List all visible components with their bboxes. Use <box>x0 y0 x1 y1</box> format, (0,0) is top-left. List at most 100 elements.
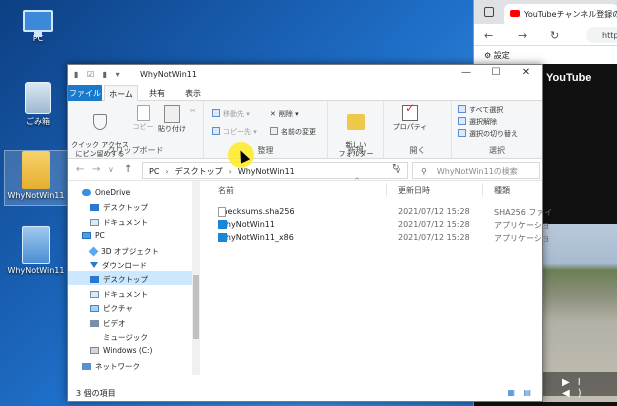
desktop-icon-recycle-bin[interactable]: ごみ箱 <box>6 82 70 127</box>
minimize-button[interactable]: — <box>452 67 480 83</box>
desktop-icon-pc[interactable]: PC <box>6 10 70 43</box>
nav-item[interactable]: ドキュメント <box>68 286 192 300</box>
nav-scrollbar[interactable] <box>192 181 200 375</box>
settings-label: 設定 <box>493 51 510 60</box>
tab-actions-icon[interactable] <box>484 7 494 17</box>
title-bar[interactable]: ▮ ☑ ▮ ▾ WhyNotWin11 — ☐ ✕ <box>68 65 542 85</box>
reload-icon[interactable]: ↻ <box>550 29 559 42</box>
file-type: SHA256 ファイ <box>494 208 553 217</box>
file-row[interactable]: WhyNotWin11 2021/07/12 15:28 アプリケーショ <box>210 220 550 232</box>
rename-icon <box>270 127 278 135</box>
status-bar: 3 個の項目 ▦ ▤ <box>68 385 542 401</box>
breadcrumb-whynotwin11[interactable]: WhyNotWin11 <box>238 167 295 176</box>
column-header-name[interactable]: 名前 <box>218 185 234 196</box>
select-all-button[interactable]: すべて選択 <box>458 105 503 115</box>
nav-item[interactable]: OneDrive <box>68 185 192 199</box>
nav-item[interactable]: ダウンロード <box>68 257 192 271</box>
refresh-icon[interactable]: ↻ <box>392 163 400 173</box>
video-controls[interactable]: ▶I ◀) <box>542 372 617 399</box>
nav-item-icon <box>90 204 99 212</box>
column-header-type[interactable]: 種類 <box>494 185 510 196</box>
nav-item-label: 3D オブジェクト <box>101 246 159 256</box>
ribbon-group-clipboard: クイック アクセス にピン留めする コピー 貼り付け ✂ クリップボード <box>68 101 204 159</box>
group-label-organize: 整理 <box>257 146 274 155</box>
file-icon <box>218 207 226 217</box>
nav-item-label: ネットワーク <box>95 361 140 371</box>
desktop-icon-folder[interactable]: WhyNotWin11 <box>4 150 68 206</box>
tab-home[interactable]: ホーム <box>104 85 138 101</box>
nav-item-icon <box>90 319 99 327</box>
nav-item[interactable]: ミュージック <box>68 329 192 343</box>
tab-view[interactable]: 表示 <box>176 85 210 101</box>
nav-item-label: PC <box>95 231 105 241</box>
breadcrumb-pc[interactable]: PC <box>149 167 159 176</box>
recent-locations-icon[interactable]: ∨ <box>108 165 114 174</box>
file-row[interactable]: checksums.sha256 2021/07/12 15:28 SHA256 フ… <box>210 207 552 219</box>
youtube-logo[interactable]: YouTube <box>546 72 591 84</box>
copy-to-button[interactable]: コピー先 ▾ <box>212 127 257 137</box>
new-folder-icon <box>347 114 365 130</box>
back-arrow-icon[interactable]: ← <box>484 29 493 42</box>
nav-item[interactable]: ピクチャ <box>68 300 192 314</box>
cut-icon[interactable]: ✂ <box>190 107 196 115</box>
close-button[interactable]: ✕ <box>512 67 540 83</box>
move-to-label: 移動先 ▾ <box>223 110 250 118</box>
back-arrow-icon[interactable]: ← <box>76 164 84 175</box>
nav-item[interactable]: ドキュメント <box>68 214 192 228</box>
nav-item[interactable]: Windows (C:) <box>68 343 192 357</box>
browser-tab[interactable]: YouTubeチャンネル登録の <box>504 4 617 24</box>
file-name-cell: WhyNotWin11_x86 <box>218 233 294 242</box>
browser-settings[interactable]: ⚙ 設定 <box>474 46 617 64</box>
select-none-button[interactable]: 選択解除 <box>458 117 497 127</box>
maximize-button[interactable]: ☐ <box>482 67 510 83</box>
breadcrumb-desktop[interactable]: デスクトップ <box>175 167 223 176</box>
clipboard-icon <box>164 105 180 123</box>
nav-item-icon <box>90 290 99 298</box>
ribbon-group-organize: 移動先 ▾ ✕ 削除 ▾ コピー先 ▾ 名前の変更 整理 <box>204 101 328 159</box>
nav-item-icon <box>90 276 99 284</box>
file-row[interactable]: WhyNotWin11_x86 2021/07/12 15:28 アプリケーショ <box>210 233 550 245</box>
nav-item[interactable]: ネットワーク <box>68 358 192 372</box>
rename-button[interactable]: 名前の変更 <box>270 127 316 137</box>
copy-button[interactable]: コピー <box>130 105 156 132</box>
search-icon: ⚲ <box>421 167 427 176</box>
nav-item[interactable]: デスクトップ <box>68 199 192 213</box>
nav-item-icon <box>88 246 99 257</box>
nav-item-label: ドキュメント <box>103 289 148 299</box>
nav-scrollbar-thumb[interactable] <box>193 275 199 339</box>
invert-selection-button[interactable]: 選択の切り替え <box>458 129 518 139</box>
column-separator[interactable] <box>386 183 387 197</box>
properties-button[interactable]: プロパティ <box>388 104 432 132</box>
search-input[interactable]: ⚲ WhyNotWin11の検索 <box>412 162 540 179</box>
browser-url-bar[interactable]: http <box>586 27 617 43</box>
nav-item-icon <box>82 189 91 196</box>
gear-icon: ⚙ <box>484 51 492 60</box>
file-name: checksums.sha256 <box>218 207 295 216</box>
move-to-button[interactable]: 移動先 ▾ <box>212 109 250 119</box>
view-toggle-icons[interactable]: ▦ ▤ <box>507 388 534 397</box>
forward-arrow-icon[interactable]: → <box>518 29 527 42</box>
nav-item-label: OneDrive <box>95 188 131 197</box>
up-arrow-icon[interactable]: ↑ <box>124 164 132 175</box>
nav-item[interactable]: ビデオ <box>68 315 192 329</box>
tab-share[interactable]: 共有 <box>140 85 174 101</box>
forward-arrow-icon[interactable]: → <box>92 164 100 175</box>
copy-label: コピー <box>132 123 154 131</box>
column-separator[interactable] <box>482 183 483 197</box>
tab-file[interactable]: ファイル <box>68 85 102 101</box>
nav-item[interactable]: 3D オブジェクト <box>68 243 192 257</box>
address-bar[interactable]: PC › デスクトップ › WhyNotWin11 ∨ <box>142 162 408 179</box>
quick-access-toolbar[interactable]: ▮ ☑ ▮ ▾ <box>74 70 123 79</box>
pc-icon <box>23 10 53 37</box>
delete-x-icon: ✕ <box>270 110 276 118</box>
delete-button[interactable]: ✕ 削除 ▾ <box>270 109 299 119</box>
nav-item[interactable]: PC <box>68 228 192 242</box>
ribbon-group-new: 新しい フォルダー 新規 <box>328 101 384 159</box>
desktop-icon-zip[interactable]: WhyNotWin11 <box>4 226 68 275</box>
invert-selection-label: 選択の切り替え <box>469 130 518 138</box>
paste-button[interactable]: 貼り付け <box>156 105 188 134</box>
column-header-modified[interactable]: 更新日時 <box>398 185 430 196</box>
nav-item-label: ダウンロード <box>102 261 147 270</box>
browser-tab-title: YouTubeチャンネル登録の <box>524 10 617 19</box>
nav-item[interactable]: デスクトップ <box>68 271 192 286</box>
